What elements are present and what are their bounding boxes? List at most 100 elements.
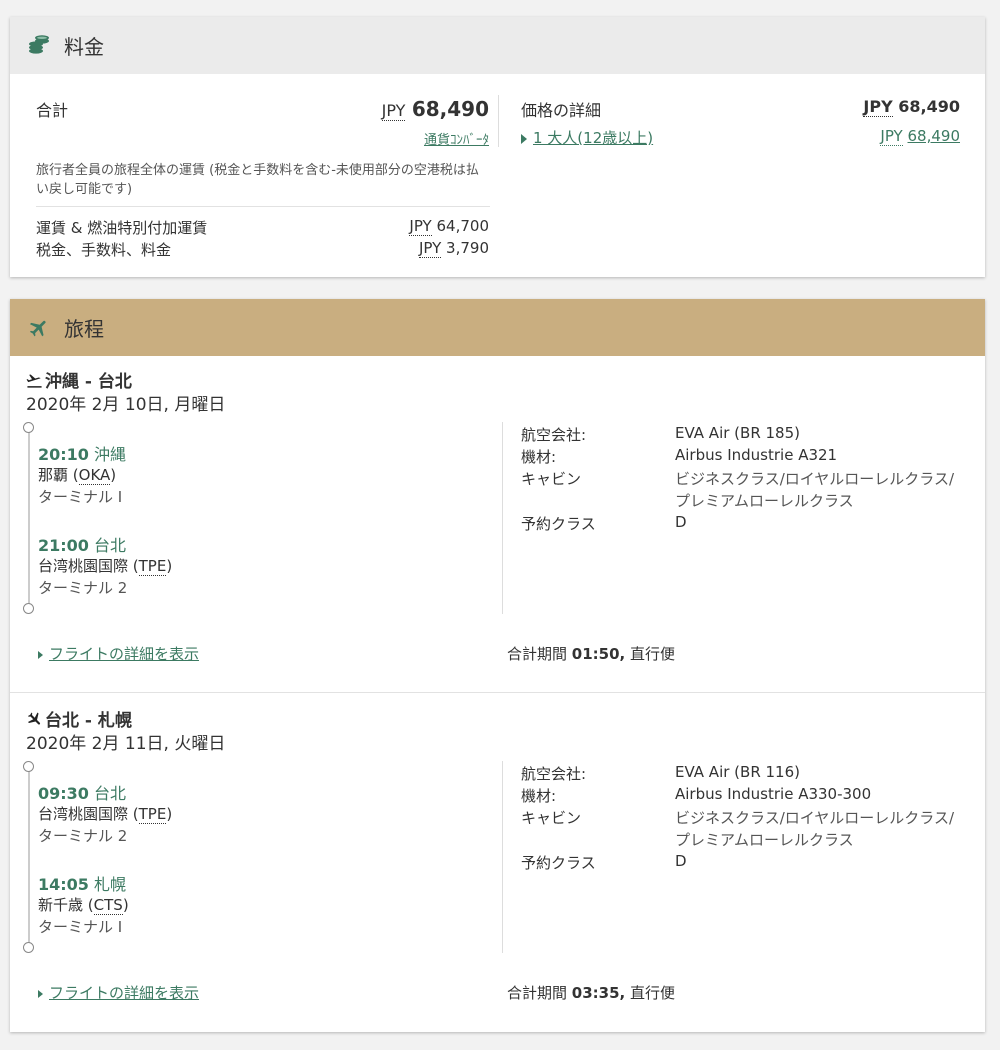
arrival-airport-name: 新千歳 [38,896,84,914]
currency-code: JPY [381,101,406,121]
route-to: 台北 [97,372,132,392]
total-divider [498,95,499,147]
booking-class-value: D [675,513,687,531]
base-fare-price: JPY 64,700 [409,217,489,236]
arrival-terminal: ターミナル I [38,918,123,936]
booking-class-label: 予約クラス [521,515,596,533]
segment-date: 2020年 2月 10日, 月曜日 [26,395,226,415]
arrival-time: 14:05 [38,875,89,894]
tax-price: JPY 3,790 [418,239,489,258]
departure-time: 20:10 [38,445,89,464]
departure-terminal: ターミナル 2 [38,827,128,845]
booking-class-value: D [675,852,687,870]
arrival-airport: 新千歳 (CTS) [38,896,129,915]
booking-class-label: 予約クラス [521,854,596,872]
passenger-amount: 68,490 [907,127,961,145]
segment-date: 2020年 2月 11日, 火曜日 [26,734,226,754]
cabin-line1: ビジネスクラス/ロイヤルローレルクラス/ [675,470,955,488]
airline-value: EVA Air (BR 185) [675,424,800,442]
departure-airport: 台湾桃園国際 (TPE) [38,805,173,824]
fare-card: 料金 合計 JPY 68,490 通貨ｺﾝﾊﾞｰﾀ 旅行者全員の旅程全体の運賃 … [10,17,985,277]
arrival-time-row: 21:00 台北 [38,532,126,556]
total-duration: 合計期間 01:50, 直行便 [507,643,675,664]
fare-note-divider [36,206,490,207]
duration-value: 03:35, [571,984,626,1002]
duration-value: 01:50, [571,645,626,663]
passenger-link[interactable]: 1 大人(12歳以上) [533,129,653,147]
timeline-start-dot [23,422,34,433]
itinerary-header: 旅程 [10,299,985,356]
aircraft-label: 機材: [521,787,557,805]
departure-time-row: 09:30 台北 [38,780,126,804]
departure-airport-name: 那覇 [38,466,69,484]
arrival-time-row: 14:05 札幌 [38,871,126,895]
airline-value: EVA Air (BR 116) [675,763,800,781]
departure-airport-code: TPE [138,805,167,824]
total-label: 合計 [36,101,69,120]
cabin-line2: プレミアムローレルクラス [675,831,854,849]
flight-details-toggle[interactable]: フライトの詳細を表示 [38,982,199,1003]
passenger-price: JPY 68,490 [880,127,961,146]
fare-header: 料金 [10,17,985,74]
cabin-value: ビジネスクラス/ロイヤルローレルクラス/ プレミアムローレルクラス [675,468,954,512]
currency-code: JPY [418,239,442,258]
fare-note-line2: い戻し可能です) [36,182,133,197]
flight-details-link[interactable]: フライトの詳細を表示 [49,645,199,663]
route-separator: - [79,711,98,731]
arrival-airport-code: TPE [138,557,167,576]
currency-code: JPY [880,127,903,146]
cabin-value: ビジネスクラス/ロイヤルローレルクラス/ プレミアムローレルクラス [675,807,954,851]
aircraft-value: Airbus Industrie A330-300 [675,785,872,803]
total-duration: 合計期間 03:35, 直行便 [507,982,675,1003]
route-to: 札幌 [97,711,132,731]
coins-icon [26,33,52,59]
price-detail-label: 価格の詳細 [521,101,602,120]
arrival-city: 台北 [94,536,127,555]
segment-divider [502,761,503,953]
fare-note: 旅行者全員の旅程全体の運賃 (税金と手数料を含む-未使用部分の空港税は払 い戻し… [36,161,479,199]
departure-city: 沖縄 [94,445,127,464]
airplane-icon [26,315,52,341]
tax-label: 税金、手数料、料金 [36,241,172,259]
arrival-airport-name: 台湾桃園国際 [38,557,129,575]
departure-time: 09:30 [38,784,89,803]
expand-triangle-icon [38,650,43,659]
total-price: JPY 68,490 [381,97,489,121]
flight-details-toggle[interactable]: フライトの詳細を表示 [38,643,199,664]
fare-note-line1: 旅行者全員の旅程全体の運賃 (税金と手数料を含む-未使用部分の空港税は払 [36,163,479,178]
expand-triangle-icon [521,133,527,144]
timeline-line [28,768,30,946]
timeline-end-dot [23,603,34,614]
segment-separator [10,692,985,693]
base-fare-label: 運賃 & 燃油特別付加運賃 [36,219,208,237]
price-detail-total: JPY 68,490 [863,97,960,117]
price-detail-amount: 68,490 [898,97,960,116]
currency-converter-link[interactable]: 通貨ｺﾝﾊﾞｰﾀ [424,129,489,148]
arrival-time: 21:00 [38,536,89,555]
departure-time-row: 20:10 沖縄 [38,441,126,465]
cabin-line2: プレミアムローレルクラス [675,492,854,510]
itinerary-title: 旅程 [64,317,104,341]
route-separator: - [79,372,98,392]
fare-title: 料金 [64,35,104,59]
airline-label: 航空会社: [521,765,587,783]
departure-airport-name: 台湾桃園国際 [38,805,129,823]
timeline-start-dot [23,761,34,772]
flight-type: 直行便 [630,645,676,663]
flight-type: 直行便 [630,984,676,1002]
arrival-city: 札幌 [94,875,127,894]
duration-label: 合計期間 [507,645,568,663]
arrival-terminal: ターミナル 2 [38,579,128,597]
aircraft-label: 機材: [521,448,557,466]
passenger-row[interactable]: 1 大人(12歳以上) [521,127,653,148]
timeline-end-dot [23,942,34,953]
route-from: 台北 [45,711,79,731]
itinerary-card: 旅程 沖縄 - 台北 2020年 2月 10日, 月曜日 20:10 沖縄 那覇… [10,299,985,1032]
departure-airport-code: OKA [78,466,111,485]
departure-city: 台北 [94,784,127,803]
cabin-label: キャビン [521,470,582,488]
route-from: 沖縄 [45,372,79,392]
expand-triangle-icon [38,989,43,998]
airline-label: 航空会社: [521,426,587,444]
flight-details-link[interactable]: フライトの詳細を表示 [49,984,199,1002]
